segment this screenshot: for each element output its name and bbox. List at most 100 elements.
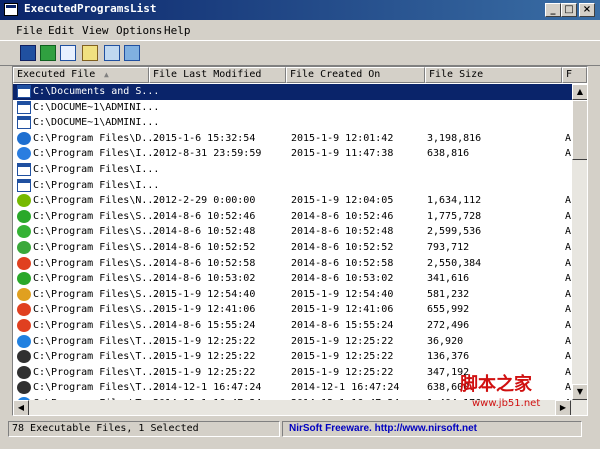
tencent-icon <box>17 334 31 348</box>
cell-executed-file: C:\Program Files\S... <box>33 320 160 331</box>
table-row[interactable]: C:\Program Files\I... <box>13 178 573 194</box>
cell-last-modified: 2014-8-6 10:52:48 <box>153 226 256 238</box>
qq-icon <box>17 365 31 379</box>
watermark-text: 脚本之家 <box>460 374 532 395</box>
cell-executed-file: C:\Program Files\I... <box>33 148 160 160</box>
scroll-up-button[interactable]: ▲ <box>572 84 587 100</box>
table-row[interactable]: C:\DOCUME~1\ADMINI... <box>13 115 573 131</box>
minimize-button[interactable]: _ <box>545 3 561 17</box>
cell-created-on: 2014-8-6 10:52:58 <box>291 257 394 269</box>
cell-created-on: 2014-12-1 16:47:24 <box>291 382 400 394</box>
cell-created-on: 2015-1-9 12:25:22 <box>291 351 394 363</box>
cell-executed-file: C:\Program Files\T... <box>33 351 160 363</box>
window-icon <box>17 100 31 114</box>
cell-executed-file: C:\Program Files\S... <box>33 210 160 222</box>
cell-created-on: 2015-1-9 12:41:06 <box>291 304 394 316</box>
refresh-icon[interactable] <box>40 45 56 61</box>
cell-created-on: 2014-8-6 10:53:02 <box>291 273 394 285</box>
app-icon <box>17 272 31 286</box>
column-executed-file[interactable]: Executed File ▲ <box>13 67 149 83</box>
table-row[interactable]: C:\Program Files\I... 2012-8-31 23:59:59 2… <box>13 146 573 162</box>
cell-attributes: A <box>565 366 572 378</box>
menu-options[interactable]: Options <box>116 24 162 37</box>
cell-last-modified: 2014-12-1 16:47:24 <box>153 382 262 394</box>
cell-file-size: 3,198,816 <box>427 132 482 144</box>
cell-last-modified: 2015-1-6 15:32:54 <box>153 132 256 144</box>
cell-executed-file: C:\Program Files\S... <box>33 226 160 238</box>
table-row[interactable]: C:\Program Files\S... 2015-1-9 12:41:06 20… <box>13 302 573 318</box>
cell-executed-file: C:\DOCUME~1\ADMINI... <box>33 101 160 113</box>
close-button[interactable]: × <box>579 3 595 17</box>
column-created-on[interactable]: File Created On <box>286 67 425 83</box>
table-row[interactable]: C:\Program Files\I... <box>13 162 573 178</box>
vertical-scrollbar[interactable]: ▲ ▼ <box>572 84 587 400</box>
cell-attributes: A <box>565 210 572 222</box>
menu-help[interactable]: Help <box>164 24 191 37</box>
cell-last-modified: 2015-1-9 12:41:06 <box>153 304 256 316</box>
file-list[interactable]: Executed File ▲ File Last Modified File … <box>12 66 588 416</box>
menu-view[interactable]: View <box>82 24 109 37</box>
column-last-modified[interactable]: File Last Modified <box>149 67 286 83</box>
table-row[interactable]: C:\Program Files\D... 2015-1-6 15:32:54 20… <box>13 131 573 147</box>
table-row[interactable]: C:\DOCUME~1\ADMINI... <box>13 100 573 116</box>
table-row[interactable]: C:\Program Files\S... 2014-8-6 15:55:24 20… <box>13 318 573 334</box>
cell-executed-file: C:\Program Files\T... <box>33 366 160 378</box>
ie-icon <box>17 147 31 161</box>
cell-attributes: A <box>565 242 572 253</box>
column-attributes[interactable]: F <box>562 67 587 83</box>
cell-executed-file: C:\Program Files\T... <box>33 382 160 394</box>
cell-file-size: 272,496 <box>427 320 470 331</box>
cell-executed-file: C:\Program Files\S... <box>33 273 160 285</box>
scroll-right-button[interactable]: ▶ <box>555 400 571 415</box>
cell-last-modified: 2014-8-6 15:55:24 <box>153 320 256 331</box>
menu-file[interactable]: File <box>16 24 43 37</box>
cell-last-modified: 2015-1-9 12:54:40 <box>153 288 256 300</box>
exit-icon[interactable] <box>124 45 140 61</box>
cell-last-modified: 2015-1-9 12:25:22 <box>153 351 256 363</box>
save-icon[interactable] <box>20 45 36 61</box>
cell-executed-file: C:\Program Files\S... <box>33 257 160 269</box>
cell-created-on: 2015-1-9 12:01:42 <box>291 132 394 144</box>
scroll-left-button[interactable]: ◀ <box>13 400 29 415</box>
cell-file-size: 2,550,384 <box>427 257 482 269</box>
cell-file-size: 1,775,728 <box>427 210 482 222</box>
scroll-thumb[interactable] <box>572 100 587 160</box>
table-row[interactable]: C:\Program Files\S... 2014-8-6 10:52:48 20… <box>13 224 573 240</box>
table-row[interactable]: C:\Program Files\S... 2014-8-6 10:52:52 20… <box>13 240 573 256</box>
properties-icon[interactable] <box>82 45 98 61</box>
program-icon <box>17 131 31 145</box>
column-file-size[interactable]: File Size <box>425 67 562 83</box>
table-row[interactable]: C:\Program Files\S... 2014-8-6 10:52:58 20… <box>13 256 573 272</box>
table-row[interactable]: C:\Program Files\S... 2015-1-9 12:54:40 20… <box>13 287 573 303</box>
cell-file-size: 638,816 <box>427 148 470 160</box>
cell-executed-file: C:\Program Files\I... <box>33 164 160 175</box>
main-window: ExecutedProgramsList _ □ × File Edit Vie… <box>0 0 600 449</box>
cell-attributes: A <box>565 351 572 363</box>
maximize-button[interactable]: □ <box>561 3 577 17</box>
table-row[interactable]: C:\Documents and S... <box>13 84 573 100</box>
cell-created-on: 2015-1-9 11:47:38 <box>291 148 394 160</box>
cell-file-size: 2,599,536 <box>427 226 482 238</box>
table-row[interactable]: C:\Program Files\T... 2015-1-9 12:25:22 20… <box>13 349 573 365</box>
sort-arrow-icon: ▲ <box>104 70 109 79</box>
column-executed-file-label: Executed File <box>17 69 96 80</box>
table-row[interactable]: C:\Program Files\N... 2012-2-29 0:00:00 20… <box>13 193 573 209</box>
s-icon <box>17 303 31 317</box>
scroll-down-button[interactable]: ▼ <box>572 384 587 400</box>
cell-last-modified: 2014-8-6 10:52:52 <box>153 242 256 253</box>
find-icon[interactable] <box>104 45 120 61</box>
status-credit-link[interactable]: NirSoft Freeware. http://www.nirsoft.net <box>282 421 582 437</box>
cell-created-on: 2015-1-9 12:25:22 <box>291 366 394 378</box>
cell-created-on: 2014-8-6 10:52:52 <box>291 242 394 253</box>
s-icon <box>17 287 31 301</box>
window-icon <box>17 178 31 192</box>
table-row[interactable]: C:\Program Files\T... 2015-1-9 12:25:22 20… <box>13 334 573 350</box>
cell-executed-file: C:\Program Files\D... <box>33 132 160 144</box>
cell-created-on: 2015-1-9 12:04:05 <box>291 195 394 207</box>
table-row[interactable]: C:\Program Files\S... 2014-8-6 10:53:02 20… <box>13 271 573 287</box>
menu-edit[interactable]: Edit <box>48 24 75 37</box>
table-row[interactable]: C:\Program Files\S... 2014-8-6 10:52:46 20… <box>13 209 573 225</box>
cell-attributes: A <box>565 257 572 269</box>
copy-icon[interactable] <box>60 45 76 61</box>
title-bar: ExecutedProgramsList _ □ × <box>0 0 600 20</box>
